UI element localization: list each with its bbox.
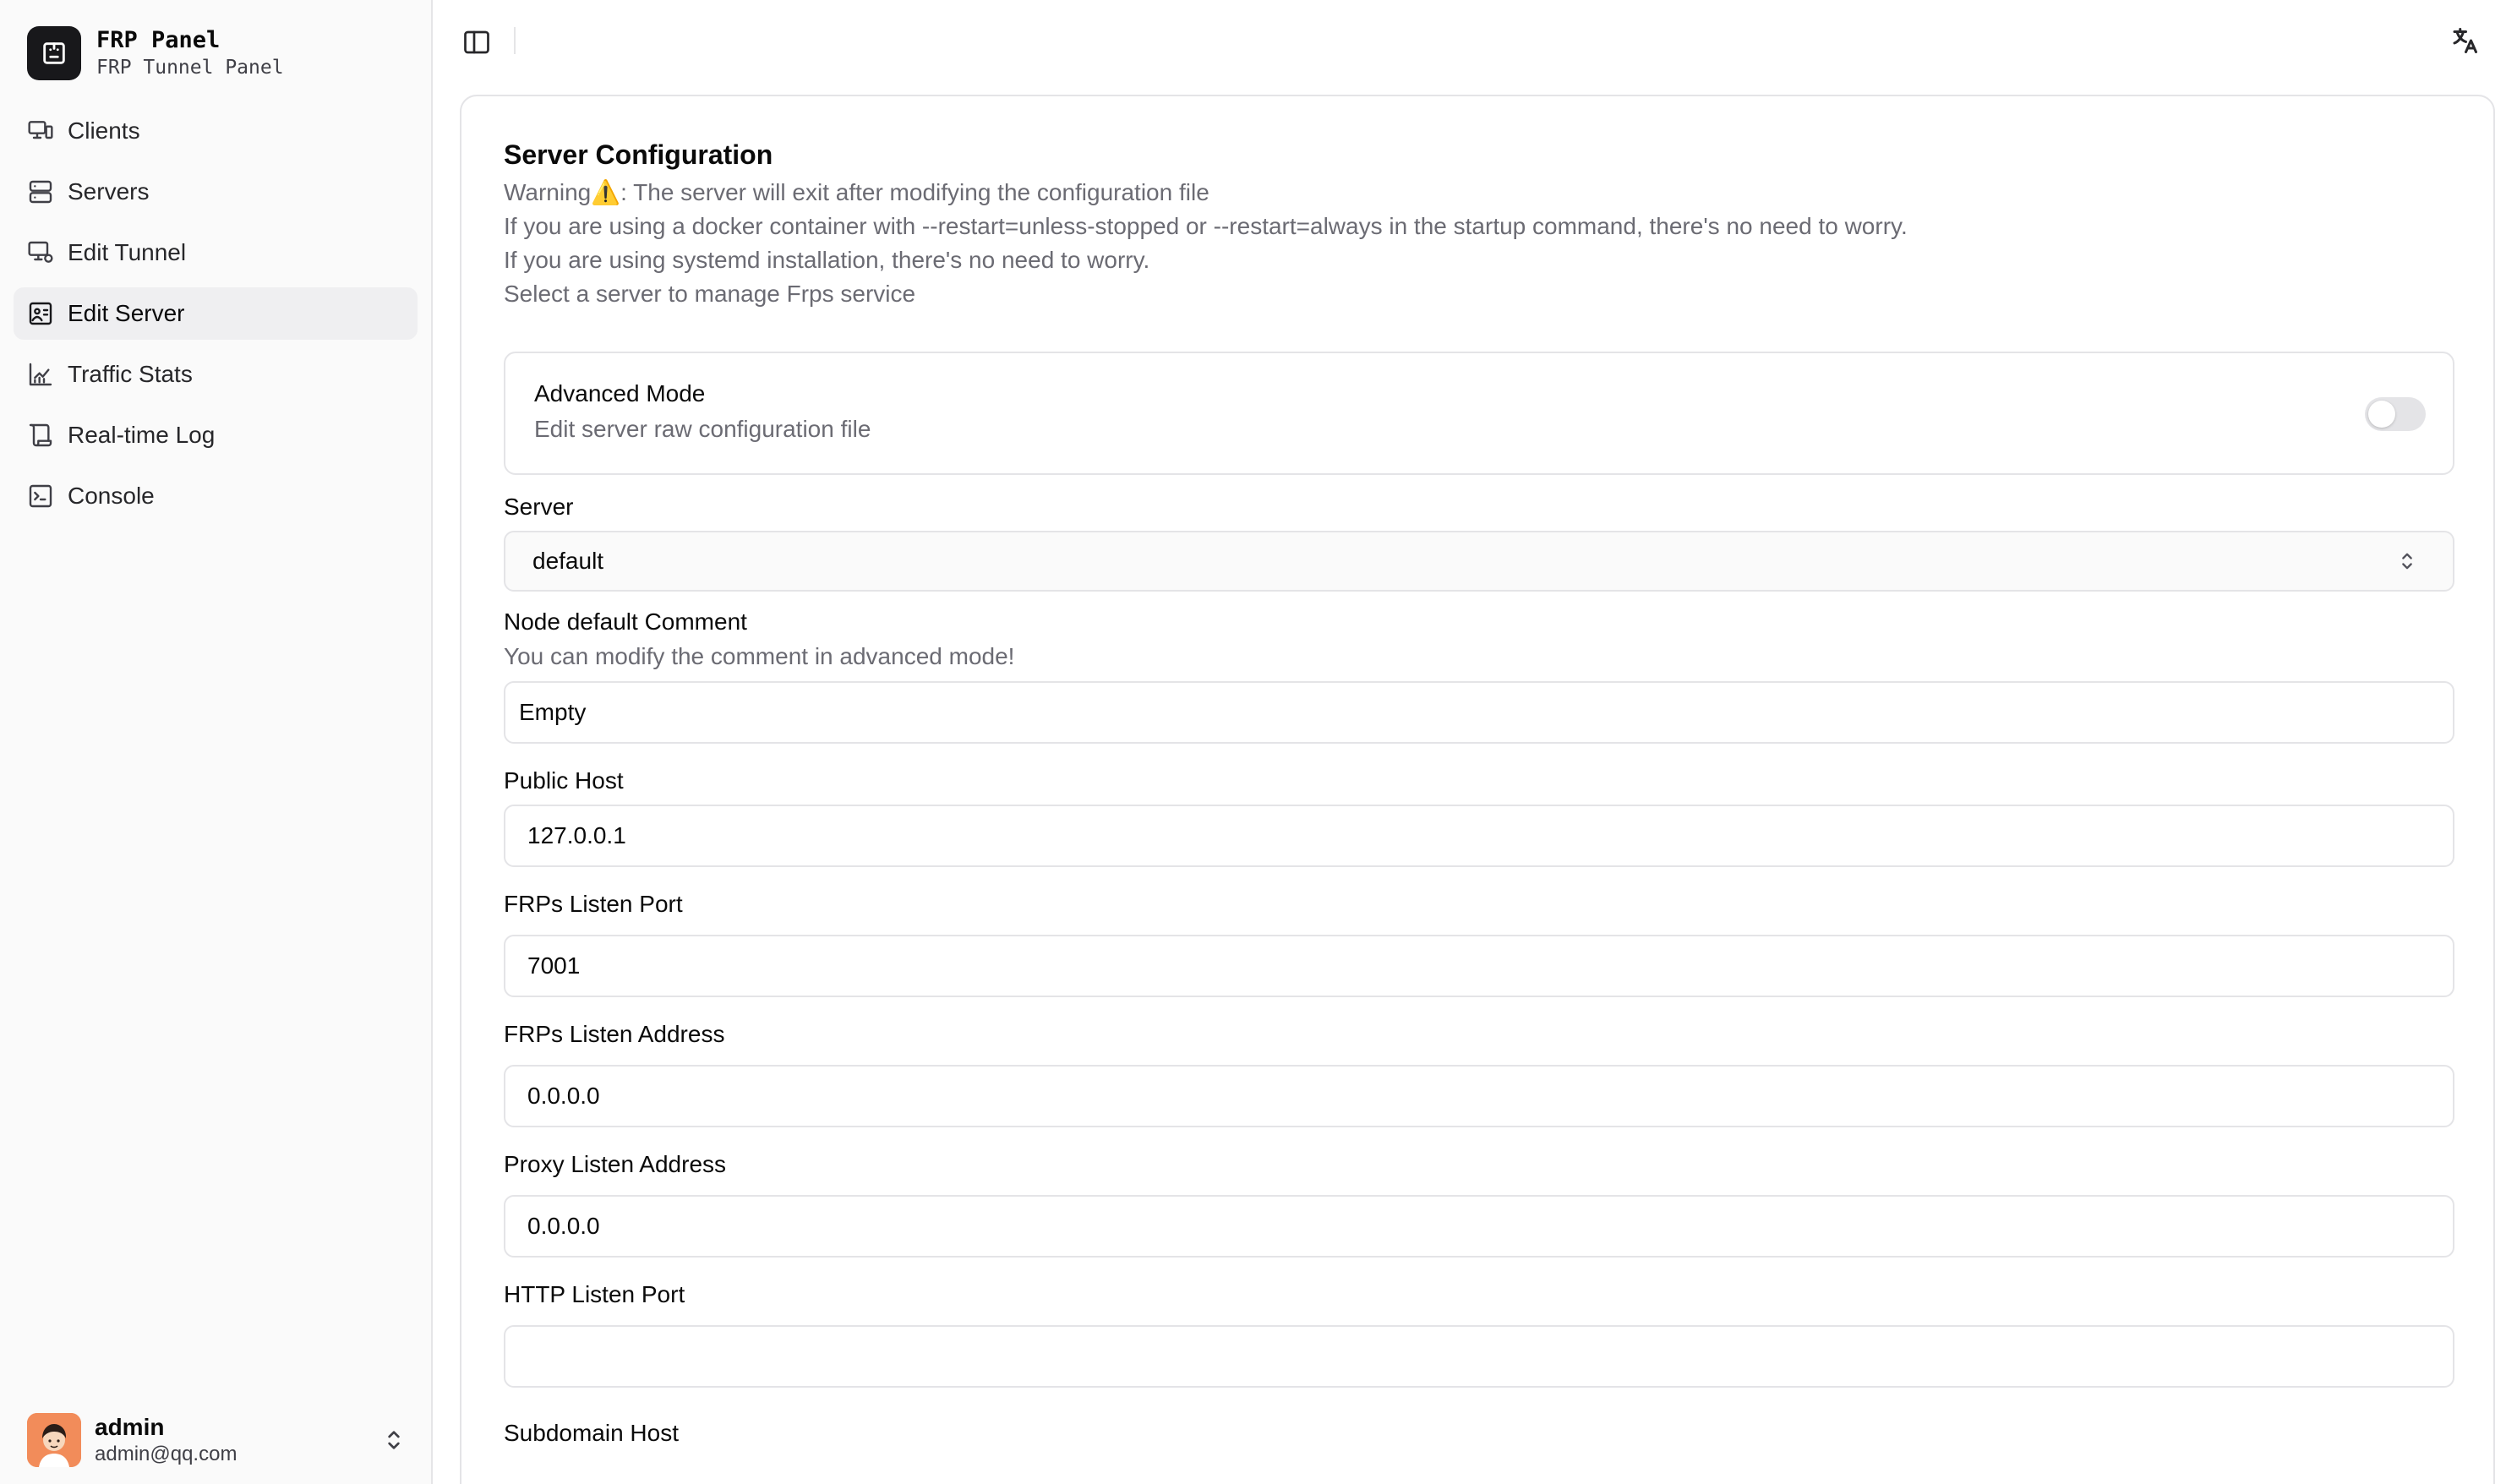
sidebar-toggle-icon[interactable] (461, 27, 492, 57)
user-name: admin (95, 1414, 165, 1440)
sidebar-item-label: Edit Tunnel (68, 239, 187, 265)
warning-text: Warning⚠️: The server will exit after mo… (504, 179, 1209, 205)
server-select-value: default (532, 548, 604, 574)
sidebar-item-label: Clients (68, 117, 140, 144)
edit-tunnel-icon (27, 239, 54, 266)
sidebar-item-edit-tunnel[interactable]: Edit Tunnel (14, 226, 418, 279)
user-menu[interactable]: admin admin@qq.com (27, 1411, 407, 1469)
comment-help: You can modify the comment in advanced m… (504, 643, 1015, 669)
public-host-input[interactable]: 127.0.0.1 (504, 805, 2454, 867)
proxy-address-input[interactable]: 0.0.0.0 (504, 1195, 2454, 1258)
translate-icon (2453, 28, 2477, 53)
proxy-address-label: Proxy Listen Address (504, 1151, 727, 1177)
sidebar-item-label: Traffic Stats (68, 361, 193, 387)
http-port-label: HTTP Listen Port (504, 1281, 685, 1307)
systemd-note: If you are using systemd installation, t… (504, 247, 1150, 273)
terminal-icon (27, 483, 54, 510)
advanced-mode-toggle[interactable] (2365, 397, 2426, 431)
sidebar-item-label: Edit Server (68, 300, 185, 326)
sidebar-item-clients[interactable]: Clients (14, 105, 418, 157)
server-label: Server (504, 494, 574, 520)
comment-input[interactable]: Empty (504, 681, 2454, 744)
brand[interactable]: FRP Panel FRP Tunnel Panel (27, 25, 284, 81)
sidebar-item-realtime-log[interactable]: Real-time Log (14, 409, 418, 461)
sidebar-nav: Clients Servers Edit Tunnel Edit Server … (14, 105, 418, 531)
public-host-label: Public Host (504, 767, 624, 794)
select-server-note: Select a server to manage Frps service (504, 281, 916, 307)
sidebar: FRP Panel FRP Tunnel Panel Clients Serve… (0, 0, 433, 1484)
sidebar-item-servers[interactable]: Servers (14, 166, 418, 218)
language-button[interactable] (2448, 24, 2482, 57)
advanced-mode-panel: Advanced Mode Edit server raw configurat… (504, 352, 2454, 475)
sidebar-item-console[interactable]: Console (14, 470, 418, 522)
sidebar-item-edit-server[interactable]: Edit Server (14, 287, 418, 340)
scroll-icon (27, 422, 54, 449)
server-config-card: Server Configuration Warning⚠️: The serv… (460, 95, 2495, 1484)
chevrons-up-down-icon[interactable] (380, 1427, 407, 1454)
chevrons-up-down-icon (2402, 553, 2412, 570)
card-title: Server Configuration (504, 139, 773, 170)
sidebar-item-label: Servers (68, 178, 150, 205)
listen-address-input[interactable]: 0.0.0.0 (504, 1065, 2454, 1127)
user-email: admin@qq.com (95, 1443, 238, 1465)
listen-address-label: FRPs Listen Address (504, 1021, 725, 1047)
listen-port-label: FRPs Listen Port (504, 891, 683, 917)
advanced-mode-title: Advanced Mode (534, 380, 706, 406)
logo-icon (27, 26, 81, 80)
edit-server-icon (27, 300, 54, 327)
listen-port-input[interactable]: 7001 (504, 935, 2454, 997)
toggle-knob (2368, 401, 2395, 428)
sidebar-item-traffic-stats[interactable]: Traffic Stats (14, 348, 418, 401)
brand-title: FRP Panel (96, 27, 221, 53)
comment-label: Node default Comment (504, 608, 747, 635)
docker-note: If you are using a docker container with… (504, 213, 1908, 239)
avatar (27, 1413, 81, 1467)
advanced-mode-desc: Edit server raw configuration file (534, 416, 871, 442)
sidebar-item-label: Real-time Log (68, 422, 216, 448)
subdomain-label: Subdomain Host (504, 1420, 680, 1446)
server-icon (27, 178, 54, 205)
brand-subtitle: FRP Tunnel Panel (96, 57, 284, 79)
chart-icon (27, 361, 54, 388)
server-select[interactable]: default (504, 531, 2454, 592)
topbar-divider (514, 27, 516, 54)
monitor-icon (27, 117, 54, 145)
card-description: Warning⚠️: The server will exit after mo… (504, 176, 2454, 311)
http-port-input[interactable] (504, 1325, 2454, 1388)
sidebar-item-label: Console (68, 483, 155, 509)
